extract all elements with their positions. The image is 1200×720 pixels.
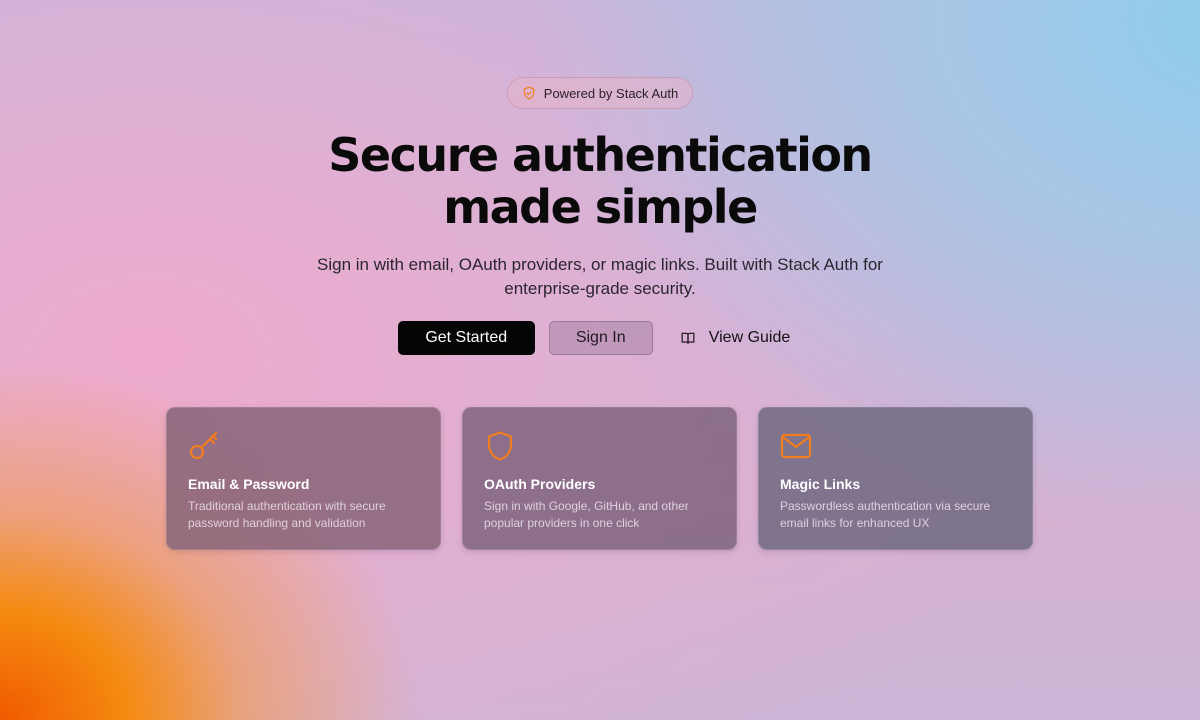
powered-by-badge: Powered by Stack Auth — [506, 77, 694, 109]
feature-card-email-password: Email & Password Traditional authenticat… — [166, 407, 441, 550]
feature-title: OAuth Providers — [484, 476, 596, 492]
title-line-1: Secure authentication — [328, 128, 873, 182]
key-icon — [189, 431, 218, 460]
feature-title: Email & Password — [188, 476, 310, 492]
view-guide-label: View Guide — [708, 329, 791, 346]
feature-description: Traditional authentication with secure p… — [188, 499, 386, 530]
badge-label: Powered by Stack Auth — [543, 85, 679, 101]
feature-card-oauth-providers: OAuth Providers Sign in with Google, Git… — [462, 407, 737, 550]
sign-in-button[interactable]: Sign In — [548, 321, 653, 355]
feature-title: Magic Links — [780, 476, 861, 492]
book-icon — [681, 332, 695, 344]
hero-actions: Get Started Sign In View Guide — [397, 321, 803, 355]
shield-check-icon — [523, 86, 535, 100]
feature-cards: Email & Password Traditional authenticat… — [166, 407, 1033, 550]
hero-section: Powered by Stack Auth Secure authenticat… — [0, 0, 1200, 355]
view-guide-button[interactable]: View Guide — [669, 321, 803, 355]
feature-description: Passwordless authentication via secure e… — [780, 499, 991, 530]
shield-icon — [487, 431, 513, 461]
feature-card-magic-links: Magic Links Passwordless authentication … — [758, 407, 1033, 550]
title-line-2: made simple — [443, 180, 758, 234]
hero-subtitle: Sign in with email, OAuth providers, or … — [317, 255, 883, 298]
get-started-button[interactable]: Get Started — [397, 321, 535, 355]
page-title: Secure authentication made simple — [328, 128, 873, 234]
feature-description: Sign in with Google, GitHub, and other p… — [484, 499, 689, 530]
mail-icon — [780, 433, 812, 459]
